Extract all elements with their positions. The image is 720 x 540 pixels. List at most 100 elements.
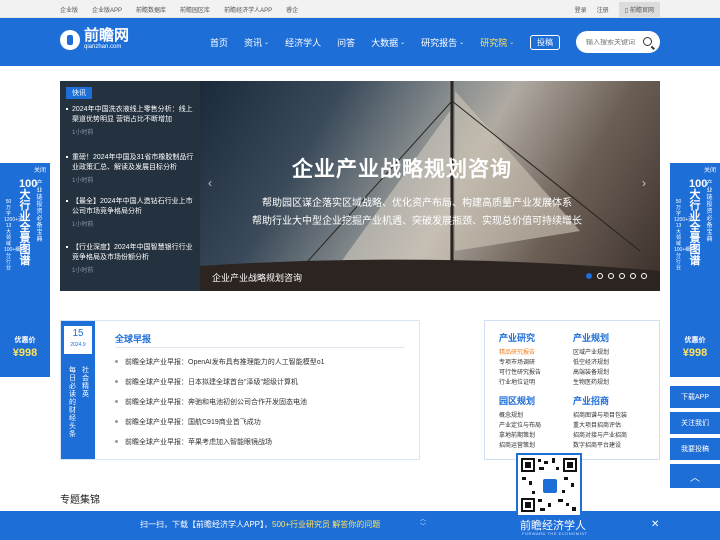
qr-code [516, 453, 582, 517]
flash-item[interactable]: 【行业深度】2024年中国智慧银行行业竞争格局及市场份额分析 1小时前 [66, 243, 196, 274]
list-item[interactable]: 前瞻全球产业早报：苹果考虑加入智能眼镜战场 [115, 437, 272, 447]
report-slogan-a: 社会精英 [82, 367, 89, 398]
bottom-promo-text: 扫一扫，下载【前瞻经济学人APP】，500+行业研究员 解答你的问题 [140, 520, 381, 529]
bottom-app-bar: 扫一扫，下载【前瞻经济学人APP】，500+行业研究员 解答你的问题 ︿ ﹀ 前瞻… [0, 511, 720, 540]
service-heading-investment-promotion[interactable]: 产业招商 [573, 394, 609, 407]
service-link[interactable]: 区域产业规划 [573, 347, 609, 356]
service-link[interactable]: 产业定位与布局 [499, 420, 541, 429]
left-ad-close-button[interactable]: 关闭 [34, 165, 46, 174]
search-icon[interactable] [643, 37, 652, 46]
prev-slide-icon[interactable]: ‹ [208, 176, 212, 190]
flash-news-panel: 快讯 2024年中国洗衣液线上零售分析：线上渠道优势明显 营销占比不断增加 1小… [60, 81, 200, 291]
flash-item[interactable]: 【最全】2024年中国人造钻石行业上市公司市场竞争格局分析 1小时前 [66, 197, 196, 228]
report-divider [115, 347, 405, 348]
top-links: 企业版 企业版APP 前瞻数据库 前瞻园区库 前瞻经济学人APP 睿企 [60, 0, 312, 18]
service-link[interactable]: 低空经济规划 [573, 357, 609, 366]
slide-dot[interactable] [619, 273, 625, 279]
left-side-ad[interactable]: 关闭 50万字1200+页13大领域100+细分行业 100大行业全景图谱 产业… [0, 163, 50, 377]
nav-home[interactable]: 首页 [210, 36, 228, 49]
right-ad-close-button[interactable]: 关闭 [704, 165, 716, 174]
service-heading-industry-planning[interactable]: 产业规划 [573, 331, 609, 344]
date-box: 15 2024.9 [64, 326, 92, 354]
service-link[interactable]: 数字招商平台建设 [573, 440, 621, 449]
service-link[interactable]: 招商对接与产业招商 [573, 430, 627, 439]
nav-news[interactable]: 资讯 ⌄ [244, 36, 269, 49]
left-ad-subtitle: 产业链投资必备宝典 [36, 181, 43, 243]
top-link-ruiqi[interactable]: 睿企 [286, 5, 298, 14]
service-link[interactable]: 可行性研究报告 [499, 367, 541, 376]
list-item[interactable]: 前瞻全球产业早报：奔驰和电池初创公司合作开发固态电池 [115, 397, 307, 407]
service-heading-park-planning[interactable]: 园区规划 [499, 394, 535, 407]
close-icon[interactable]: ✕ [651, 519, 659, 530]
right-ad-offer: 优惠价 [684, 337, 706, 344]
service-link[interactable]: 专项市场调研 [499, 357, 535, 366]
slide-dot[interactable] [597, 273, 603, 279]
list-item[interactable]: 前瞻全球产业早报：日本拟建全球首台"泽级"超级计算机 [115, 377, 298, 387]
date-year-month: 2024.9 [70, 342, 86, 348]
nav-qa[interactable]: 问答 [337, 36, 355, 49]
app-logo-icon [543, 479, 557, 493]
right-ad-price: ¥998 [682, 347, 708, 359]
slide-dot[interactable] [586, 273, 592, 279]
logo-name: 前瞻网 [84, 27, 130, 44]
submit-article-button[interactable]: 我要投稿 [670, 438, 720, 460]
back-to-top-button[interactable]: ︿ [670, 464, 720, 488]
login-link[interactable]: 登录 [575, 5, 587, 14]
banner-line-1: 帮助园区谋企落实区域战略、优化资产布局、构建高质量产业发展体系 [262, 198, 572, 209]
date-bar: 15 2024.9 社会精英 每日必读的财经头条 [61, 321, 95, 459]
follow-us-button[interactable]: 关注我们 [670, 412, 720, 434]
banner-title: 企业产业战略规划咨询 [292, 158, 512, 181]
slide-dot[interactable] [630, 273, 636, 279]
slide-dot[interactable] [608, 273, 614, 279]
search-input[interactable] [586, 38, 640, 46]
nav-big-data[interactable]: 大数据 ⌄ [371, 36, 405, 49]
nav-economist[interactable]: 经济学人 [285, 36, 321, 49]
top-link-enterprise-app[interactable]: 企业版APP [92, 5, 122, 14]
nav-research-report[interactable]: 研究报告 ⌄ [421, 36, 464, 49]
top-link-economist-app[interactable]: 前瞻经济学人APP [224, 5, 272, 14]
download-app-button[interactable]: 下载APP [670, 386, 720, 408]
flash-item[interactable]: 2024年中国洗衣液线上零售分析：线上渠道优势明显 营销占比不断增加 1小时前 [66, 105, 196, 136]
main-nav: 首页 资讯 ⌄ 经济学人 问答 大数据 ⌄ 研究报告 ⌄ 研究院 ⌄ [210, 18, 530, 66]
search-box [576, 31, 660, 53]
list-item[interactable]: 前瞻全球产业早报：OpenAI发布具有推理能力的人工智能模型o1 [115, 357, 325, 367]
left-ad-price: ¥998 [12, 347, 38, 359]
service-link[interactable]: 精品研究报告 [499, 347, 535, 356]
service-link[interactable]: 生物医药规划 [573, 377, 609, 386]
service-link[interactable]: 招商图谱与项目包装 [573, 410, 627, 419]
service-link[interactable]: 高端装备规划 [573, 367, 609, 376]
top-link-park-database[interactable]: 前瞻园区库 [180, 5, 210, 14]
service-link[interactable]: 拿地前期策划 [499, 430, 535, 439]
date-day: 15 [72, 328, 84, 339]
slide-dot[interactable] [641, 273, 647, 279]
chevron-down-icon: ⌄ [400, 39, 406, 46]
service-link[interactable]: 招商运营策划 [499, 440, 535, 449]
right-ad-subtitle: 产业链投资必备宝典 [706, 181, 713, 243]
official-site-link[interactable]: ▯ 前瞻官网 [618, 1, 660, 17]
sailboat-image [200, 81, 660, 291]
top-right: 登录 注册 ▯ 前瞻官网 [565, 0, 660, 18]
register-link[interactable]: 注册 [597, 5, 609, 14]
list-item[interactable]: 前瞻全球产业早报：国航C919商业首飞成功 [115, 417, 261, 427]
slide-dots [586, 273, 652, 279]
right-side-ad[interactable]: 关闭 50万字1200+页13大领域100+细分行业 100大行业全景图谱 产业… [670, 163, 720, 377]
hero-banner[interactable]: ‹ › 企业产业战略规划咨询 帮助园区谋企落实区域战略、优化资产布局、构建高质量… [200, 81, 660, 291]
phone-icon: ▯ [624, 7, 628, 14]
service-link[interactable]: 行业地位证明 [499, 377, 535, 386]
chevron-up-icon: ︿ [690, 472, 700, 484]
flash-tag: 快讯 [66, 87, 92, 99]
post-button[interactable]: 投稿 [530, 35, 560, 50]
top-link-enterprise[interactable]: 企业版 [60, 5, 78, 14]
logo-icon [60, 29, 80, 50]
report-title[interactable]: 全球早报 [115, 332, 151, 345]
top-bar: 企业版 企业版APP 前瞻数据库 前瞻园区库 前瞻经济学人APP 睿企 登录 注… [0, 0, 720, 18]
top-link-database[interactable]: 前瞻数据库 [136, 5, 166, 14]
service-link[interactable]: 概念规划 [499, 410, 523, 419]
nav-institute[interactable]: 研究院 ⌄ [480, 36, 514, 49]
next-slide-icon[interactable]: › [642, 176, 646, 190]
flash-item[interactable]: 重磅！2024年中国及31省市橡胶制品行业政策汇总、解读及发展目标分析 1小时前 [66, 153, 196, 184]
left-ad-title: 100大行业全景图谱 [19, 178, 38, 267]
site-logo[interactable]: 前瞻网 qianzhan.com [60, 28, 129, 51]
service-heading-industry-research[interactable]: 产业研究 [499, 331, 535, 344]
service-link[interactable]: 重大项目招商评估 [573, 420, 621, 429]
